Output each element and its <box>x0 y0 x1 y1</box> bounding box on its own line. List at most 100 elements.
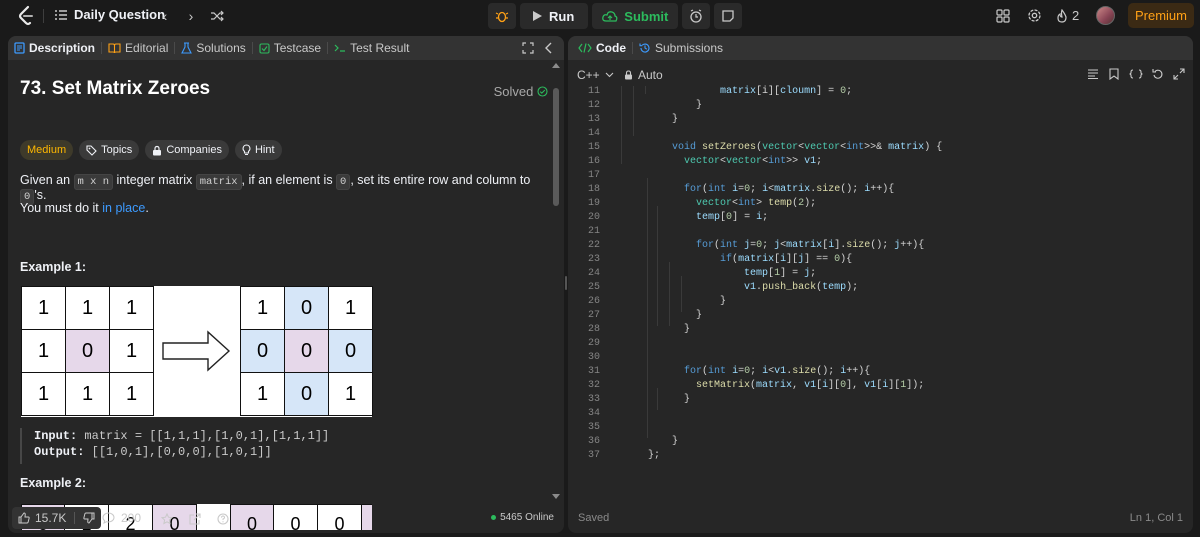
divider <box>74 512 76 524</box>
expand-icon[interactable] <box>522 42 534 54</box>
thumbs-up-icon <box>18 512 30 524</box>
statement-text: , if an element is <box>241 173 333 187</box>
matrix-cell: 1 <box>110 373 154 416</box>
right-arrow-icon <box>162 330 231 372</box>
line-number: 25 <box>587 282 600 293</box>
cursor-position: Ln 1, Col 1 <box>1129 512 1183 524</box>
thumbs-down-icon[interactable] <box>83 512 95 524</box>
panel-resize-handle[interactable] <box>565 276 567 290</box>
indent-guide <box>657 206 658 326</box>
statement-text: . <box>145 201 149 215</box>
daily-question-label: Daily Question <box>74 7 166 22</box>
help-circle-icon[interactable] <box>217 513 229 525</box>
matrix-cell: 0 <box>285 330 329 373</box>
tab-code[interactable]: Code <box>568 36 632 60</box>
matrix-cell: 1 <box>110 287 154 330</box>
comments-button[interactable]: 200 <box>102 511 141 525</box>
example-2-heading: Example 2: <box>20 476 87 490</box>
reset-icon[interactable] <box>1152 68 1164 80</box>
leetcode-logo-icon[interactable] <box>16 5 36 27</box>
code-panel: Code Submissions C++ Auto 11 12 13 14 15 1 <box>568 36 1193 533</box>
problem-statement: Given an m x n integer matrix matrix, if… <box>20 173 550 205</box>
line-number: 36 <box>587 436 600 447</box>
code-line-12: } <box>612 100 703 111</box>
matrix-cell: 0 <box>285 287 329 330</box>
tab-editorial[interactable]: Editorial <box>102 36 174 60</box>
line-number: 33 <box>587 394 600 405</box>
code-line-23: if(matrix[i][j] == 0){ <box>720 254 853 265</box>
check-circle-icon <box>537 86 548 97</box>
timer-button[interactable] <box>682 3 711 29</box>
chip-label: Companies <box>166 144 222 156</box>
scroll-thumb[interactable] <box>553 88 559 206</box>
settings-gear-icon[interactable] <box>1027 8 1042 23</box>
like-button[interactable]: 15.7K <box>18 511 66 525</box>
chevron-right-icon: › <box>188 8 194 24</box>
streak-counter[interactable]: 2 <box>1056 8 1079 23</box>
flame-icon <box>1057 8 1067 23</box>
user-avatar[interactable] <box>1096 6 1115 25</box>
braces-icon[interactable] <box>1129 69 1143 79</box>
streak-count: 2 <box>1072 8 1080 23</box>
line-number: 31 <box>587 366 600 377</box>
daily-question-link[interactable]: Daily Question <box>54 7 165 22</box>
code-editor[interactable]: 11 12 13 14 15 16 17 18 19 20 21 22 23 24 25 26 27 28 29 30… <box>568 86 1193 466</box>
language-label: C++ <box>577 68 600 82</box>
matrix-cell: 1 <box>110 330 154 373</box>
bookmark-icon[interactable] <box>1109 68 1119 80</box>
code-line-18: for(int i=0; i<matrix.size(); i++){ <box>684 184 895 195</box>
star-icon[interactable] <box>161 513 173 525</box>
language-selector[interactable]: C++ <box>577 68 614 82</box>
code-brackets-icon <box>578 43 592 53</box>
premium-button[interactable]: Premium <box>1128 3 1194 28</box>
top-navigation-bar: Daily Question ‹ › Run Submit 2 Premium <box>0 0 1200 32</box>
online-count: 5465 Online <box>500 512 554 523</box>
online-indicator: 5465 Online <box>491 512 554 523</box>
run-button[interactable]: Run <box>520 3 589 29</box>
in-place-link[interactable]: in place <box>102 201 145 215</box>
tab-description[interactable]: Description <box>8 36 101 60</box>
code-line-36: } <box>612 436 679 447</box>
tag-chips: Medium Topics Companies Hint <box>20 140 282 160</box>
line-number: 29 <box>587 338 600 349</box>
editor-toolbar: C++ Auto <box>568 62 1193 86</box>
online-dot-icon <box>491 515 497 520</box>
scroll-up-arrow-icon[interactable] <box>552 62 560 68</box>
share-icon[interactable] <box>189 513 201 525</box>
matrix-cell: 0 <box>241 330 285 373</box>
submit-button[interactable]: Submit <box>592 3 679 29</box>
debug-button[interactable] <box>488 3 516 29</box>
fullscreen-icon[interactable] <box>1173 68 1185 80</box>
inline-code: m x n <box>73 174 114 190</box>
random-question-button[interactable] <box>208 7 226 25</box>
line-number: 24 <box>587 268 600 279</box>
tab-testcase[interactable]: Testcase <box>253 36 327 60</box>
run-submit-toolbar: Run Submit <box>488 3 743 29</box>
companies-chip[interactable]: Companies <box>145 140 229 160</box>
flask-icon <box>181 42 193 54</box>
auto-mode-indicator[interactable]: Auto <box>624 68 663 82</box>
next-question-button[interactable]: › <box>182 7 200 25</box>
collapse-chevron-left-icon[interactable] <box>544 42 554 54</box>
left-tab-bar: Description Editorial Solutions Testcase… <box>8 36 564 60</box>
note-icon <box>722 10 734 22</box>
code-line-15: void setZeroes(vector<vector<int>>& matr… <box>672 142 943 153</box>
notes-button[interactable] <box>714 3 743 29</box>
code-line-32: setMatrix(matrix, v1[i][0], v1[i][1]); <box>696 380 925 391</box>
checkbox-icon <box>259 42 270 54</box>
topics-chip[interactable]: Topics <box>79 140 140 160</box>
like-dislike-group: 15.7K <box>12 507 102 529</box>
tab-label: Submissions <box>655 41 724 55</box>
description-footer: 15.7K 200 5465 Online <box>8 503 564 533</box>
line-number: 37 <box>587 450 600 461</box>
tab-solutions[interactable]: Solutions <box>175 36 251 60</box>
tab-test-result[interactable]: Test Result <box>328 36 415 60</box>
prev-question-button[interactable]: ‹ <box>156 7 174 25</box>
layout-grid-icon[interactable] <box>996 9 1010 23</box>
tab-submissions[interactable]: Submissions <box>633 36 729 60</box>
format-align-icon[interactable] <box>1087 69 1099 79</box>
right-tab-bar: Code Submissions <box>568 36 1193 60</box>
difficulty-badge: Medium <box>20 140 74 160</box>
hint-chip[interactable]: Hint <box>234 140 282 160</box>
scroll-down-arrow-icon[interactable] <box>552 494 560 500</box>
